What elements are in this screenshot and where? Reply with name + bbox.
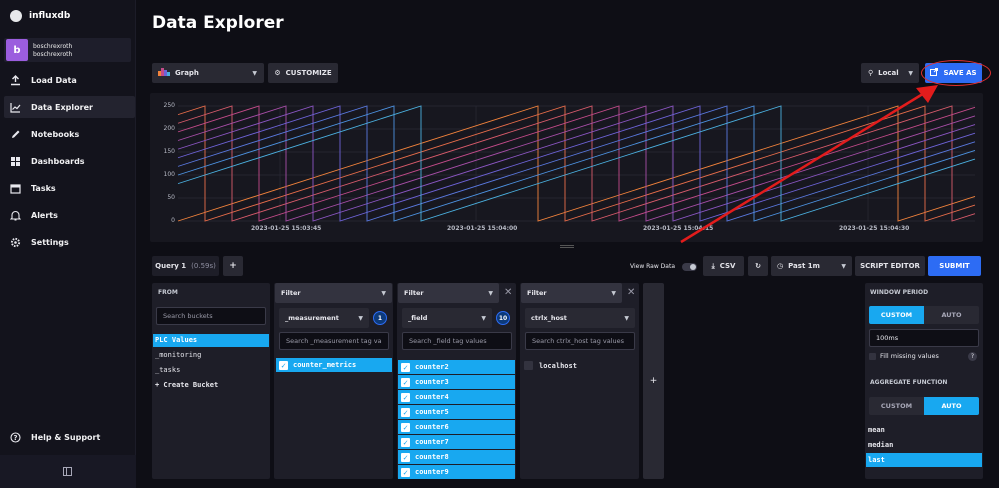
annotation-arrow: [680, 85, 938, 244]
